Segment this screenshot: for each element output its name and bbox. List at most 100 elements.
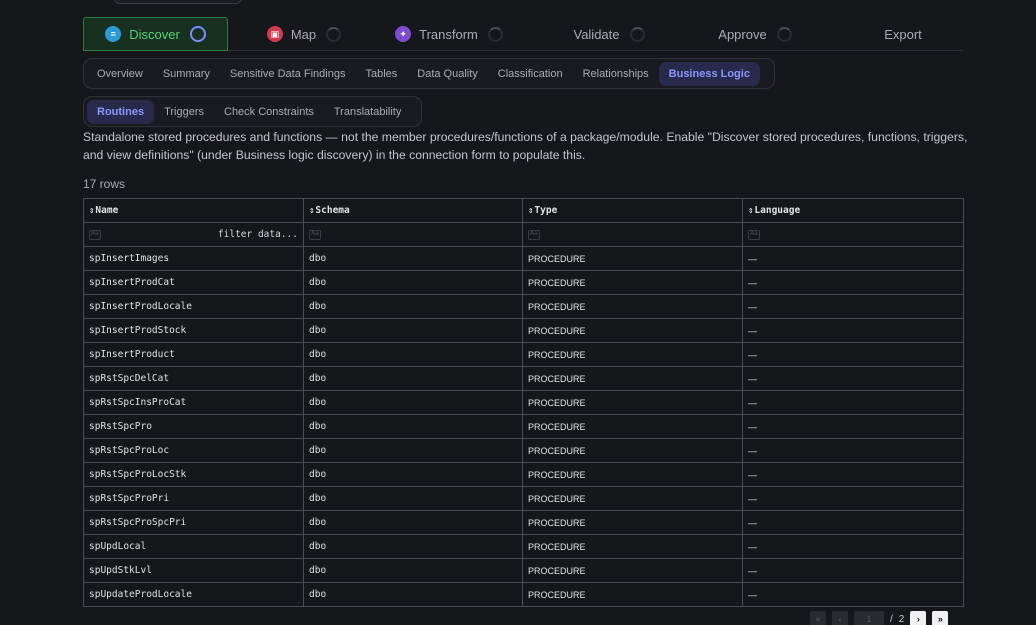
subtab-translatability[interactable]: Translatability [324,100,411,124]
cell-name: spInsertProdStock [83,318,304,343]
column-header-label: Name [95,205,119,216]
cell-name: spUpdateProdLocale [83,582,304,607]
cell-language: — [742,534,964,559]
cell-type: PROCEDURE [522,486,743,511]
cell-language: — [742,342,964,367]
cell-language: — [742,366,964,391]
table-row[interactable]: spRstSpcProLocStk dbo PROCEDURE — [83,462,964,487]
table-row[interactable]: spUpdateProdLocale dbo PROCEDURE — [83,582,964,607]
cell-language: — [742,582,964,607]
filter-cell-name[interactable]: filter data... [83,222,304,247]
table-header-row: ⇕Name ⇕Schema ⇕Type ⇕Language [83,198,964,223]
cell-name: spRstSpcPro [83,414,304,439]
table-row[interactable]: spInsertImages dbo PROCEDURE — [83,246,964,271]
filter-input-name[interactable]: filter data... [218,229,298,240]
cell-language: — [742,294,964,319]
subtab-check-constraints[interactable]: Check Constraints [214,100,324,124]
last-page-button[interactable]: » [932,611,949,625]
step-transform[interactable]: ✦ Transform [389,17,509,51]
cell-schema: dbo [303,510,523,535]
next-page-button[interactable]: › [910,611,927,625]
table-row[interactable]: spRstSpcProLoc dbo PROCEDURE — [83,438,964,463]
column-header-type[interactable]: ⇕Type [522,198,743,223]
cell-language: — [742,246,964,271]
top-control-stub [114,0,242,4]
prev-page-button[interactable]: ‹ [832,611,848,625]
cell-type: PROCEDURE [522,582,743,607]
tab-data-quality[interactable]: Data Quality [407,62,488,86]
column-header-schema[interactable]: ⇕Schema [303,198,523,223]
subtab-routines[interactable]: Routines [87,99,155,124]
transform-icon: ✦ [395,26,412,42]
tab-overview[interactable]: Overview [87,62,153,86]
table-row[interactable]: spRstSpcDelCat dbo PROCEDURE — [83,366,964,391]
cell-schema: dbo [303,462,523,487]
filter-cell-schema[interactable] [303,222,523,247]
cell-language: — [742,438,964,463]
step-export-label: Export [884,26,922,42]
step-map[interactable]: ▣ Map [259,17,349,51]
map-icon: ▣ [266,26,283,42]
pagination: « ‹ / 2 › » [810,611,949,625]
cell-schema: dbo [303,558,523,583]
cell-schema: dbo [303,390,523,415]
filter-type-icon [309,229,321,240]
main-tabs: Overview Summary Sensitive Data Findings… [83,58,775,89]
table-row[interactable]: spInsertProdCat dbo PROCEDURE — [83,270,964,295]
tab-summary[interactable]: Summary [153,62,220,86]
table-row[interactable]: spRstSpcInsProCat dbo PROCEDURE — [83,390,964,415]
step-discover[interactable]: ≡ Discover [83,17,228,51]
column-header-language[interactable]: ⇕Language [742,198,964,223]
table-row[interactable]: spUpdStkLvl dbo PROCEDURE — [83,558,964,583]
table-filter-row: filter data... [83,222,964,247]
sub-tabs: Routines Triggers Check Constraints Tran… [83,96,422,127]
page-number-input[interactable] [854,611,884,625]
tab-tables[interactable]: Tables [355,62,407,86]
sort-icon: ⇕ [89,206,95,216]
database-icon: ≡ [105,26,122,42]
cell-schema: dbo [303,414,523,439]
step-approve[interactable]: Approve [715,17,795,51]
cell-type: PROCEDURE [522,366,743,391]
tab-classification[interactable]: Classification [488,62,573,86]
tab-sensitive-data-findings[interactable]: Sensitive Data Findings [220,62,356,86]
cell-schema: dbo [303,342,523,367]
step-validate[interactable]: Validate [569,17,649,51]
cell-language: — [742,318,964,343]
cell-type: PROCEDURE [522,270,743,295]
filter-type-icon [528,229,540,240]
filter-cell-language[interactable] [742,222,964,247]
step-approve-progress-ring [776,26,792,42]
table-row[interactable]: spRstSpcProSpcPri dbo PROCEDURE — [83,510,964,535]
cell-language: — [742,486,964,511]
cell-type: PROCEDURE [522,246,743,271]
table-row[interactable]: spInsertProdLocale dbo PROCEDURE — [83,294,964,319]
cell-language: — [742,414,964,439]
filter-cell-type[interactable] [522,222,743,247]
step-validate-label: Validate [573,26,620,42]
cell-type: PROCEDURE [522,294,743,319]
cell-schema: dbo [303,318,523,343]
table-row[interactable]: spUpdLocal dbo PROCEDURE — [83,534,964,559]
table-row[interactable]: spRstSpcProPri dbo PROCEDURE — [83,486,964,511]
column-header-name[interactable]: ⇕Name [83,198,304,223]
cell-name: spRstSpcProPri [83,486,304,511]
subtab-triggers[interactable]: Triggers [154,100,214,124]
cell-schema: dbo [303,294,523,319]
cell-name: spRstSpcDelCat [83,366,304,391]
step-discover-label: Discover [129,26,180,42]
tab-relationships[interactable]: Relationships [573,62,659,86]
table-row[interactable]: spInsertProduct dbo PROCEDURE — [83,342,964,367]
tab-business-logic[interactable]: Business Logic [658,61,760,86]
cell-name: spRstSpcProLocStk [83,462,304,487]
filter-type-icon [748,229,760,240]
step-export[interactable]: Export [873,17,933,51]
first-page-button[interactable]: « [810,611,826,625]
cell-type: PROCEDURE [522,510,743,535]
cell-name: spInsertImages [83,246,304,271]
table-row[interactable]: spInsertProdStock dbo PROCEDURE — [83,318,964,343]
total-pages: 2 [898,613,905,625]
routines-description: Standalone stored procedures and functio… [83,130,968,162]
cell-name: spRstSpcProSpcPri [83,510,304,535]
table-row[interactable]: spRstSpcPro dbo PROCEDURE — [83,414,964,439]
